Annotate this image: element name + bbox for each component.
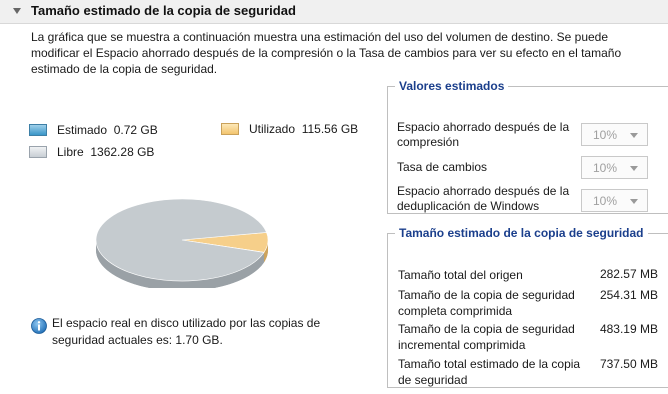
dedup-savings-value: 10% (593, 194, 618, 208)
legend-used: Utilizado 115.56 GB (221, 122, 358, 136)
incremental-backup-label: Tamaño de la copia de seguridad incremen… (398, 322, 575, 352)
full-backup-label: Tamaño de la copia de seguridad completa… (398, 288, 575, 318)
used-swatch-icon (221, 122, 239, 135)
legend-used-label: Utilizado (249, 122, 296, 136)
full-backup-value: 254.31 MB (599, 288, 658, 302)
incremental-backup-value: 483.19 MB (599, 322, 658, 336)
collapse-chevron-icon[interactable] (13, 8, 21, 14)
legend-estimated: Estimado 0.72 GB (29, 123, 158, 137)
legend-estimated-value: 0.72 GB (113, 123, 158, 137)
total-estimated-value: 737.50 MB (599, 357, 658, 371)
chevron-down-icon (630, 166, 638, 171)
change-rate-select[interactable]: 10% (581, 156, 648, 179)
legend-free: Libre 1362.28 GB (29, 145, 154, 159)
legend-free-label: Libre (57, 145, 84, 159)
legend-used-value: 115.56 GB (301, 122, 359, 136)
chevron-down-icon (630, 133, 638, 138)
usage-pie-chart (95, 198, 269, 288)
total-estimated-label: Tamaño total estimado de la copia de seg… (398, 357, 581, 387)
pie-top (95, 198, 269, 282)
source-total-value: 282.57 MB (599, 267, 658, 281)
info-text: El espacio real en disco utilizado por l… (52, 316, 321, 347)
compression-savings-value: 10% (593, 128, 618, 142)
compression-savings-label: Espacio ahorrado después de la compresió… (397, 120, 570, 149)
info-icon (31, 318, 47, 334)
section-description: La gráfica que se muestra a continuación… (31, 30, 622, 76)
legend-estimated-label: Estimado (57, 123, 108, 137)
change-rate-label: Tasa de cambios (397, 160, 488, 174)
free-swatch-icon (29, 145, 47, 158)
dedup-savings-select[interactable]: 10% (581, 189, 648, 212)
legend-free-value: 1362.28 GB (90, 145, 155, 159)
change-rate-value: 10% (593, 161, 618, 175)
estimated-size-title: Tamaño estimado de la copia de seguridad (399, 226, 644, 240)
source-total-label: Tamaño total del origen (398, 268, 523, 282)
estimated-values-title: Valores estimados (399, 79, 505, 93)
section-title: Tamaño estimado de la copia de seguridad (31, 3, 296, 18)
dedup-savings-label: Espacio ahorrado después de la deduplica… (397, 184, 570, 213)
compression-savings-select[interactable]: 10% (581, 123, 648, 146)
estimated-swatch-icon (29, 123, 47, 136)
estimated-size-panel: Tamaño estimado de la copia de seguridad… (387, 226, 668, 388)
section-header[interactable]: Tamaño estimado de la copia de seguridad (0, 0, 668, 24)
chevron-down-icon (630, 199, 638, 204)
estimated-values-panel: Valores estimados Espacio ahorrado despu… (387, 79, 668, 214)
